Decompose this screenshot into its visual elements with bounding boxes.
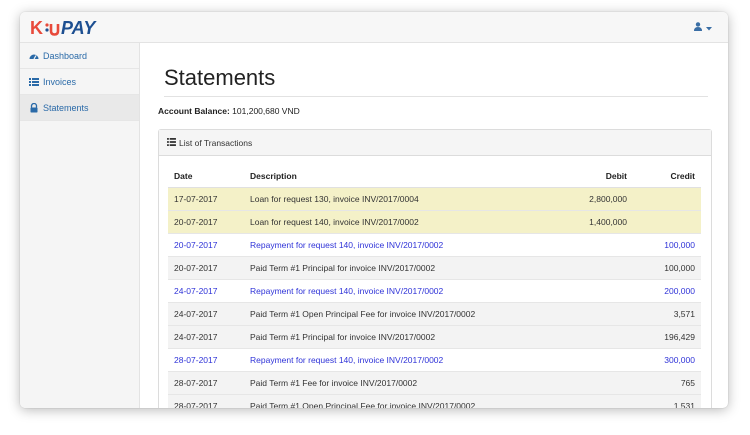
cell-description: Repayment for request 140, invoice INV/2… — [244, 348, 525, 372]
sidebar-item-label: Invoices — [43, 76, 77, 87]
cell-description: Paid Term #1 Open Principal Fee for invo… — [244, 302, 525, 326]
cell-date: 24-07-2017 — [168, 302, 244, 326]
dashboard-icon — [29, 51, 39, 61]
table-row: 28-07-2017 Repayment for request 140, in… — [168, 348, 701, 372]
cell-date: 28-07-2017 — [168, 371, 244, 395]
kupay-logo[interactable]: K PAY — [30, 17, 114, 39]
cell-date: 20-07-2017 — [168, 233, 244, 257]
table-row: 20-07-2017 Repayment for request 140, in… — [168, 233, 701, 257]
cell-date: 17-07-2017 — [168, 187, 244, 211]
transactions-panel: List of Transactions Date Description De… — [158, 129, 712, 408]
main-content: Statements Account Balance: 101,200,680 … — [158, 43, 712, 408]
cell-description: Repayment for request 140, invoice INV/2… — [244, 279, 525, 303]
transactions-table: Date Description Debit Credit 17-07-2017… — [168, 164, 701, 408]
cell-credit: 3,571 — [633, 302, 701, 326]
column-header-date[interactable]: Date — [168, 164, 244, 188]
table-row: 28-07-2017 Paid Term #1 Fee for invoice … — [168, 371, 701, 395]
panel-title: List of Transactions — [179, 137, 253, 148]
cell-description: Loan for request 130, invoice INV/2017/0… — [244, 187, 525, 211]
cell-description: Paid Term #1 Principal for invoice INV/2… — [244, 325, 525, 349]
cell-debit — [525, 279, 633, 303]
table-row: 24-07-2017 Paid Term #1 Principal for in… — [168, 325, 701, 349]
column-header-description[interactable]: Description — [244, 164, 525, 188]
cell-credit: 100,000 — [633, 256, 701, 280]
cell-credit — [633, 210, 701, 234]
sidebar: Dashboard Invoices Statements — [20, 43, 140, 408]
column-header-credit[interactable]: Credit — [633, 164, 701, 188]
table-row: 28-07-2017 Paid Term #1 Open Principal F… — [168, 394, 701, 408]
sidebar-item-label: Statements — [43, 102, 89, 113]
cell-description: Repayment for request 140, invoice INV/2… — [244, 233, 525, 257]
cell-debit: 2,800,000 — [525, 187, 633, 211]
svg-text:K: K — [30, 18, 43, 38]
cell-debit — [525, 256, 633, 280]
column-header-debit[interactable]: Debit — [525, 164, 633, 188]
cell-debit — [525, 394, 633, 408]
page-title: Statements — [164, 65, 276, 90]
cell-credit: 196,429 — [633, 325, 701, 349]
cell-debit — [525, 371, 633, 395]
title-divider — [164, 96, 708, 97]
cell-description: Loan for request 140, invoice INV/2017/0… — [244, 210, 525, 234]
cell-date: 24-07-2017 — [168, 279, 244, 303]
user-menu[interactable] — [694, 20, 712, 34]
panel-heading: List of Transactions — [159, 130, 711, 156]
account-balance: Account Balance: 101,200,680 VND — [158, 106, 300, 116]
cell-debit — [525, 302, 633, 326]
svg-text:PAY: PAY — [61, 18, 97, 38]
cell-credit: 300,000 — [633, 348, 701, 372]
table-row: 24-07-2017 Repayment for request 140, in… — [168, 279, 701, 303]
cell-date: 20-07-2017 — [168, 256, 244, 280]
cell-credit: 1,531 — [633, 394, 701, 408]
cell-debit — [525, 233, 633, 257]
cell-description: Paid Term #1 Open Principal Fee for invo… — [244, 394, 525, 408]
balance-value: 101,200,680 VND — [232, 106, 300, 116]
top-navbar: K PAY — [20, 12, 728, 43]
table-row: 17-07-2017 Loan for request 130, invoice… — [168, 187, 701, 211]
cell-debit: 1,400,000 — [525, 210, 633, 234]
cell-credit: 765 — [633, 371, 701, 395]
sidebar-item-label: Dashboard — [43, 50, 88, 61]
list-icon — [29, 77, 39, 87]
table-row: 20-07-2017 Loan for request 140, invoice… — [168, 210, 701, 234]
sidebar-item-invoices[interactable]: Invoices — [20, 69, 139, 95]
table-row: 20-07-2017 Paid Term #1 Principal for in… — [168, 256, 701, 280]
table-row: 24-07-2017 Paid Term #1 Open Principal F… — [168, 302, 701, 326]
caret-down-icon — [706, 18, 712, 36]
table-header-row: Date Description Debit Credit — [168, 164, 701, 188]
cell-description: Paid Term #1 Principal for invoice INV/2… — [244, 256, 525, 280]
app-window: K PAY Dashboard Invoices Statements Stat… — [20, 12, 728, 408]
cell-credit: 200,000 — [633, 279, 701, 303]
cell-date: 28-07-2017 — [168, 394, 244, 408]
list-icon — [167, 137, 176, 148]
cell-date: 20-07-2017 — [168, 210, 244, 234]
cell-debit — [525, 348, 633, 372]
cell-date: 28-07-2017 — [168, 348, 244, 372]
cell-credit: 100,000 — [633, 233, 701, 257]
user-icon — [694, 18, 702, 36]
lock-icon — [29, 102, 39, 113]
cell-date: 24-07-2017 — [168, 325, 244, 349]
sidebar-item-dashboard[interactable]: Dashboard — [20, 43, 139, 69]
balance-label: Account Balance: — [158, 106, 230, 116]
sidebar-item-statements[interactable]: Statements — [20, 95, 139, 121]
cell-description: Paid Term #1 Fee for invoice INV/2017/00… — [244, 371, 525, 395]
cell-debit — [525, 325, 633, 349]
cell-credit — [633, 187, 701, 211]
